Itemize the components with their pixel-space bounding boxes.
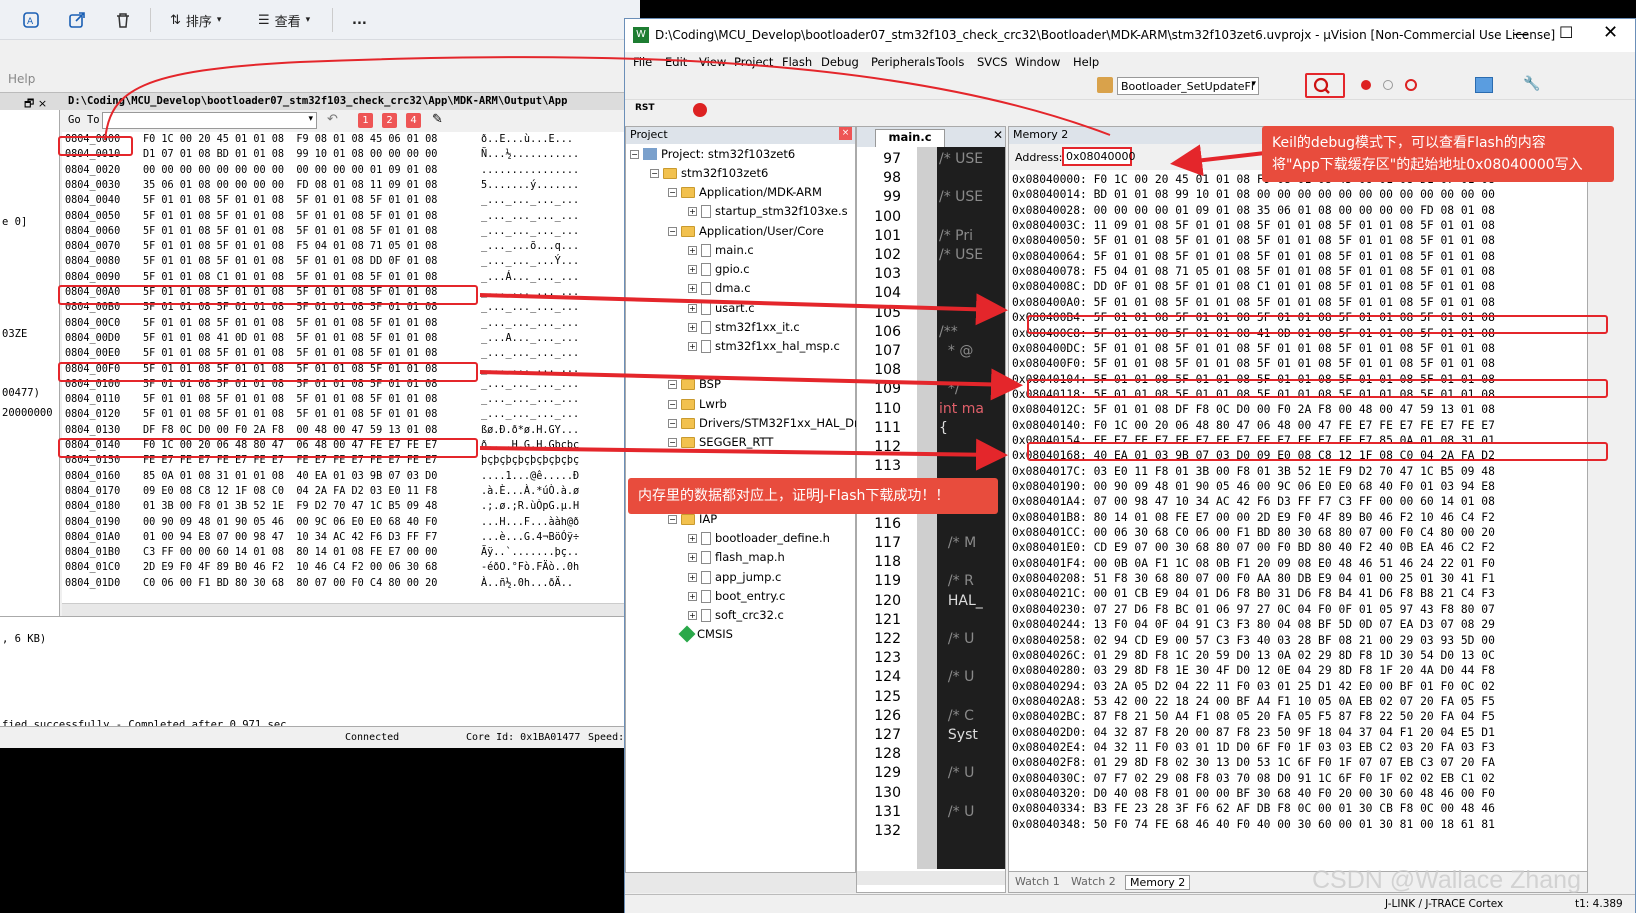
match-callout: 内存里的数据都对应上，证明J-Flash下载成功！！ bbox=[628, 478, 998, 514]
keil-callout: Keil的debug模式下，可以查看Flash的内容 将"App下载缓存区"的起… bbox=[1262, 126, 1614, 182]
keil-callout-line: 将"App下载缓存区"的起始地址0x08040000写入 bbox=[1272, 157, 1583, 173]
watermark: CSDN @Wallace Zhang bbox=[1312, 866, 1581, 894]
keil-callout-line: Keil的debug模式下，可以查看Flash的内容 bbox=[1272, 135, 1546, 151]
